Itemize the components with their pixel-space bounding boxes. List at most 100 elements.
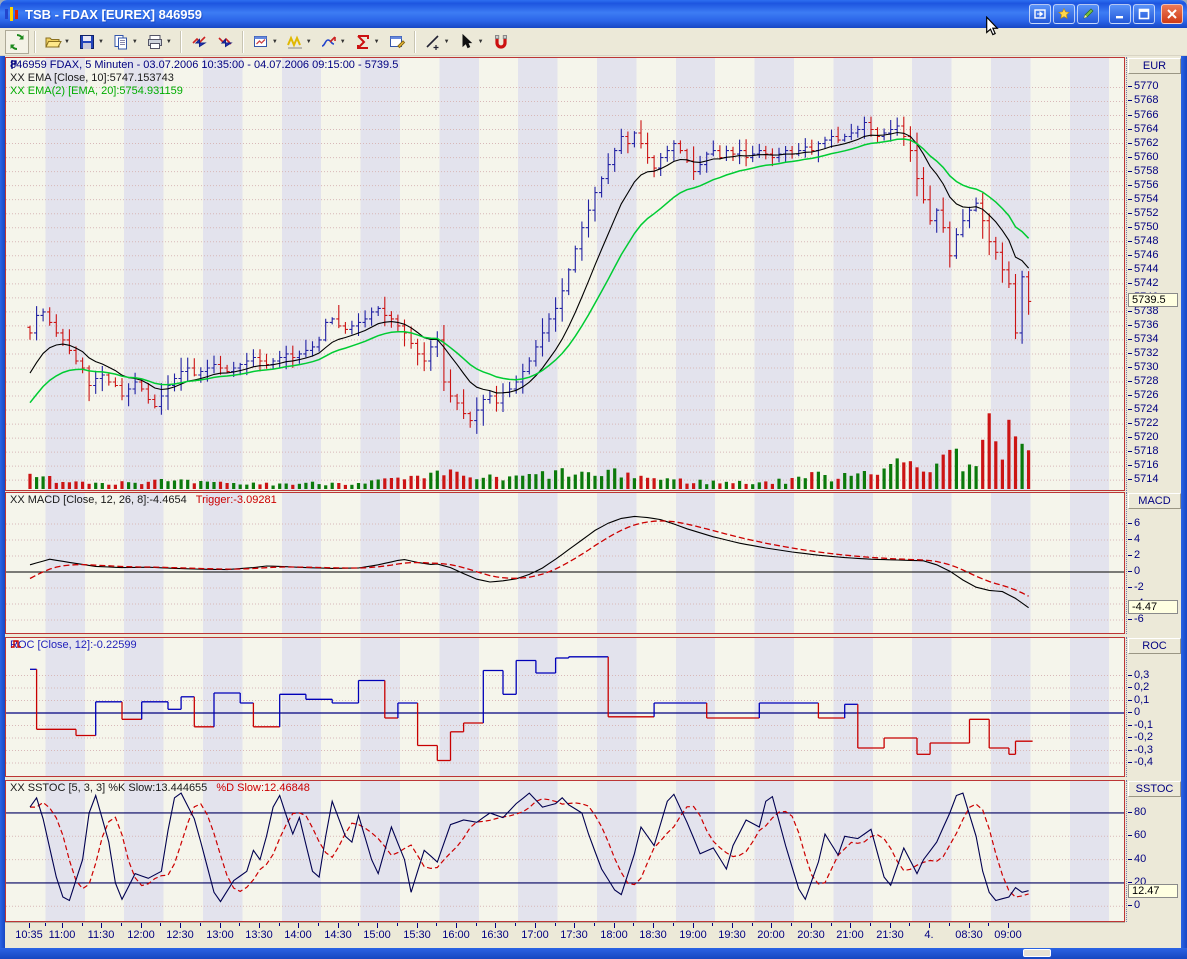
dropdown-arrow-icon[interactable]: ▼ (272, 39, 278, 45)
volume-bar (829, 481, 834, 489)
volume-bar (659, 479, 663, 489)
mouse-cursor (986, 16, 999, 36)
time-axis-label: 21:30 (876, 929, 904, 941)
ohlc-bar (658, 153, 664, 176)
volume-bar (186, 479, 190, 489)
ohlc-bar (927, 185, 933, 225)
ohlc-bar (165, 375, 171, 410)
maximize-button[interactable] (1133, 4, 1155, 24)
macd-axis-segment[interactable]: MACD -4.47 6420-2-4-6 (1126, 492, 1181, 634)
h-scrollbar-thumb[interactable] (1023, 949, 1051, 957)
volume-bar (61, 482, 65, 489)
save-button[interactable]: ▼ (75, 30, 107, 54)
ohlc-bar (441, 325, 447, 391)
axis-tick (1128, 687, 1132, 688)
dropdown-arrow-icon[interactable]: ▼ (132, 39, 138, 45)
dropdown-arrow-icon[interactable]: ▼ (64, 39, 70, 45)
volume-bar (632, 478, 636, 489)
titlebar[interactable]: TSB - FDAX [EUREX] 846959 (0, 0, 1187, 28)
magnet-button[interactable] (489, 30, 513, 54)
price-chart-panel[interactable]: 846959 FDAX, 5 Minuten - 03.07.2006 10:3… (5, 57, 1125, 491)
axis-tick-label: 5756 (1134, 179, 1159, 191)
insert-indicator-icon (286, 34, 302, 48)
macd-panel[interactable]: XX MACD [Close, 12, 26, 8]:-4.4654 Trigg… (5, 492, 1125, 634)
ohlc-bar (415, 338, 421, 366)
axis-tick (1128, 86, 1132, 87)
volume-bar (534, 474, 538, 489)
axis-tick (1128, 555, 1132, 556)
volume-bar (54, 482, 58, 489)
time-axis-label: 16:00 (442, 929, 470, 941)
ohlc-bar (349, 320, 355, 335)
ohlc-bar (217, 355, 224, 375)
line-tool-button[interactable]: ▼ (421, 30, 453, 54)
volume-bar (232, 483, 236, 489)
axis-tick-label: 5766 (1134, 109, 1159, 121)
axis-tick-label: 0 (1134, 565, 1141, 577)
edit-button[interactable] (1077, 4, 1099, 24)
axis-tick (1128, 325, 1132, 326)
dropdown-arrow-icon[interactable]: ▼ (444, 39, 450, 45)
volume-bar (790, 478, 794, 489)
print-button[interactable]: ▼ (143, 30, 175, 54)
ohlc-bar (290, 345, 296, 368)
ohlc-bar (618, 128, 624, 154)
volume-bar (882, 468, 886, 489)
sstoc-axis-segment[interactable]: SSTOC 12.47 80 60 40 20 0 (1126, 780, 1181, 922)
roc-axis-segment[interactable]: ROC 0,3 0,2 0,1 0 -0,1 -0,2 -0,3 -0,4 (1126, 637, 1181, 777)
chart-type-button[interactable]: ▼ (249, 30, 281, 54)
time-axis[interactable]: 10:35 11:00 11:30 12:00 12:30 13:00 13:30 14:00… (5, 922, 1125, 947)
time-axis-label: 09:00 (994, 929, 1022, 941)
favorites-button[interactable] (1053, 4, 1075, 24)
ohlc-bar (599, 176, 605, 198)
volume-bar (665, 478, 669, 489)
ohlc-bar (178, 357, 184, 391)
chart-back-button[interactable] (187, 30, 211, 54)
dock-window-button[interactable] (1029, 4, 1051, 24)
ohlc-bar (211, 355, 217, 374)
ohlc-bar (710, 140, 716, 157)
dropdown-arrow-icon[interactable]: ▼ (478, 39, 484, 45)
volume-bar (94, 482, 98, 489)
dropdown-arrow-icon[interactable]: ▼ (98, 39, 104, 45)
price-axis-gutter[interactable]: EUR 5739.5 5770 5768 5766 5764 5762 5760 5758 5… (1126, 56, 1181, 948)
volume-bar (875, 474, 880, 489)
axis-tick-label: 2 (1134, 549, 1141, 561)
dropdown-arrow-icon[interactable]: ▼ (374, 39, 380, 45)
chart-type-icon (253, 35, 267, 47)
last-price-box: 5739.5 (1128, 293, 1178, 307)
indicator-curve-button[interactable]: ▼ (317, 30, 349, 54)
refresh-button[interactable] (5, 29, 29, 54)
sum-button[interactable]: ▼ (351, 30, 383, 54)
insert-indicator-button[interactable]: ▼ (283, 30, 315, 54)
price-axis-segment[interactable]: EUR 5739.5 5770 5768 5766 5764 5762 5760 5758 5… (1126, 57, 1181, 491)
properties-button[interactable] (385, 30, 409, 54)
sstoc-axis-header: SSTOC (1128, 781, 1181, 797)
roc-label: ROC [Close, 12]:-0.22599 (10, 639, 137, 651)
dropdown-arrow-icon[interactable]: ▼ (306, 39, 312, 45)
volume-bar (271, 485, 275, 489)
sstoc-panel[interactable]: XX SSTOC [5, 3, 3] %K Slow:13.444655 %D … (5, 780, 1125, 922)
chart-forward-button[interactable] (213, 30, 237, 54)
axis-tick-label: 5732 (1134, 347, 1159, 359)
pointer-button[interactable]: ▼ (455, 30, 487, 54)
roc-panel[interactable]: ROC [Close, 12]:-0.22599 (5, 637, 1125, 777)
volume-bar (580, 471, 584, 489)
volume-bar (291, 484, 295, 489)
copy-button[interactable]: ▼ (109, 30, 141, 54)
close-button[interactable] (1161, 4, 1183, 24)
ohlc-bar (296, 350, 302, 364)
axis-tick-label: 5720 (1134, 431, 1159, 443)
volume-bar (383, 478, 387, 489)
volume-bar (245, 484, 249, 489)
dropdown-arrow-icon[interactable]: ▼ (166, 39, 172, 45)
volume-bar (120, 481, 124, 489)
open-button[interactable]: ▼ (41, 30, 73, 54)
minimize-button[interactable] (1109, 4, 1131, 24)
dropdown-arrow-icon[interactable]: ▼ (340, 39, 346, 45)
volume-bar (87, 483, 91, 489)
volume-bar (310, 481, 315, 489)
app-window: TSB - FDAX [EUREX] 846959 ▼ ▼ ▼ ▼ ▼ ▼ ▼ ▼ ▼ ▼ (0, 0, 1187, 959)
volume-bar (652, 478, 656, 489)
volume-bar (626, 472, 630, 489)
